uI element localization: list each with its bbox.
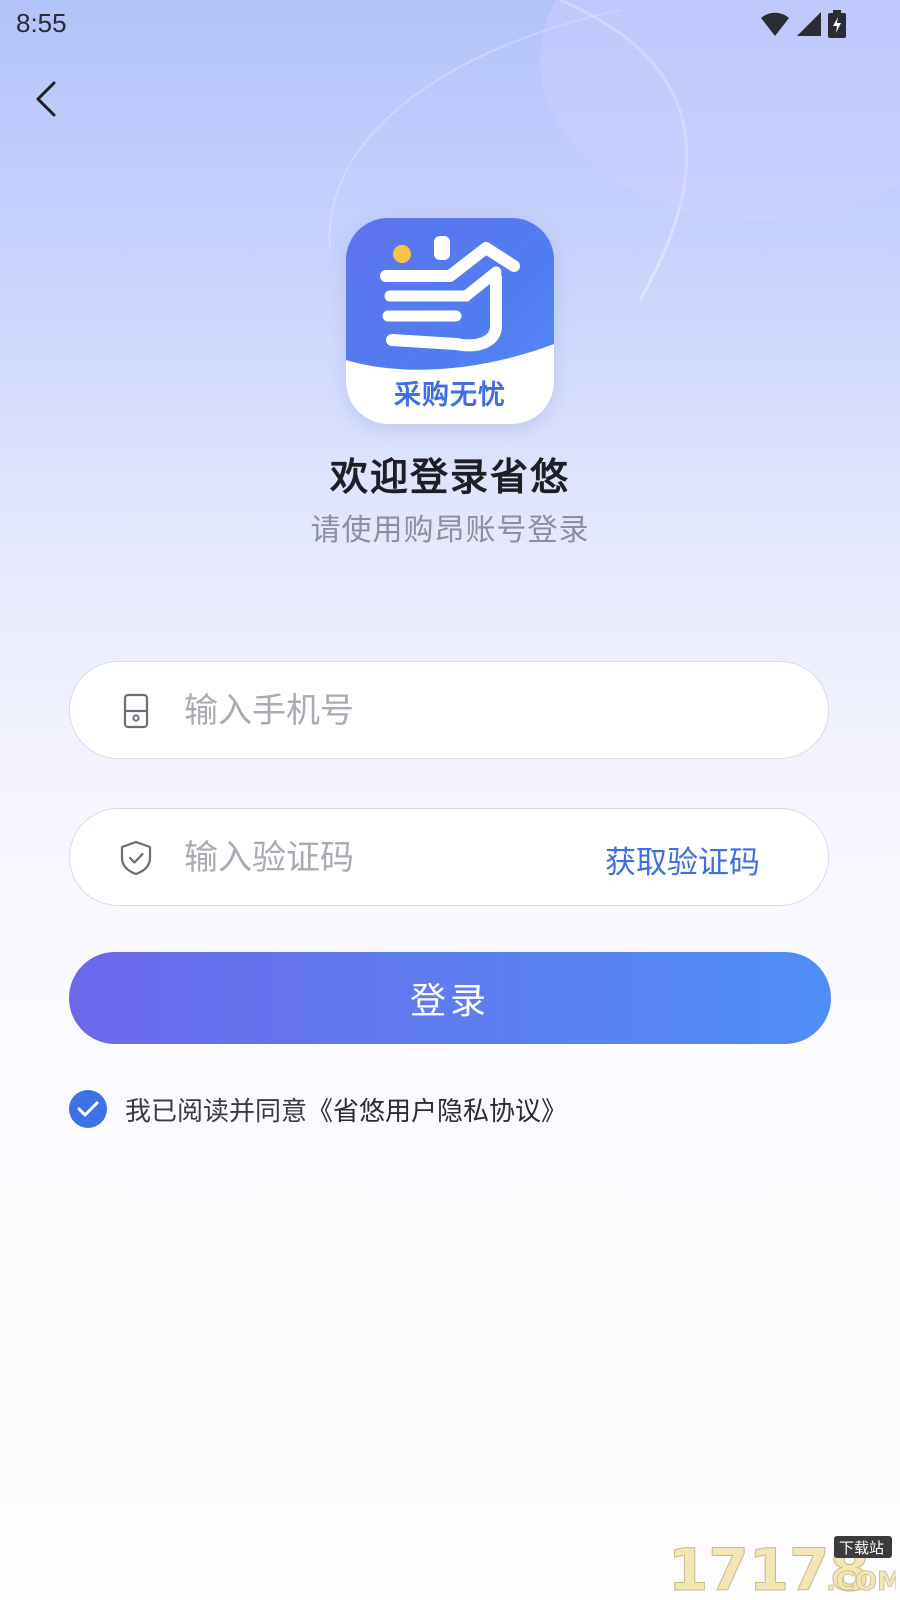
agreement-prefix: 我已阅读并同意 bbox=[125, 1096, 308, 1127]
page-subtitle: 请使用购昂账号登录 bbox=[310, 513, 590, 548]
app-logo: 采购无忧 bbox=[346, 218, 554, 424]
wifi-icon bbox=[761, 12, 789, 36]
agreement-row: 我已阅读并同意《省悠用户隐私协议》 bbox=[69, 1089, 567, 1129]
check-icon bbox=[77, 1101, 99, 1117]
privacy-policy-link[interactable]: 《省悠用户隐私协议》 bbox=[307, 1097, 567, 1127]
status-time: 8:55 bbox=[16, 8, 67, 38]
login-button[interactable]: 登录 bbox=[69, 952, 831, 1044]
battery-icon bbox=[828, 10, 846, 38]
code-field[interactable]: 获取验证码 bbox=[69, 808, 829, 906]
agreement-checkbox[interactable] bbox=[69, 1090, 107, 1128]
watermark-suffix: .COM bbox=[826, 1567, 896, 1596]
back-button[interactable] bbox=[26, 74, 66, 124]
watermark-tag: 下载站 bbox=[839, 1539, 884, 1557]
shield-icon bbox=[120, 840, 152, 876]
status-icons bbox=[760, 10, 846, 38]
page-title: 欢迎登录省悠 bbox=[329, 455, 570, 499]
signal-icon bbox=[797, 12, 821, 36]
watermark-logo: 17178 下载站 .COM bbox=[668, 1536, 897, 1597]
code-input[interactable] bbox=[182, 829, 486, 887]
logo-slogan: 采购无忧 bbox=[394, 380, 506, 411]
agreement-text: 我已阅读并同意《省悠用户隐私协议》 bbox=[125, 1091, 567, 1128]
status-bar: 8:55 bbox=[0, 0, 900, 50]
phone-icon bbox=[123, 693, 149, 729]
phone-field[interactable] bbox=[69, 661, 829, 759]
phone-input[interactable] bbox=[182, 682, 586, 740]
get-code-button[interactable]: 获取验证码 bbox=[605, 837, 760, 882]
chevron-left-icon bbox=[36, 81, 56, 117]
